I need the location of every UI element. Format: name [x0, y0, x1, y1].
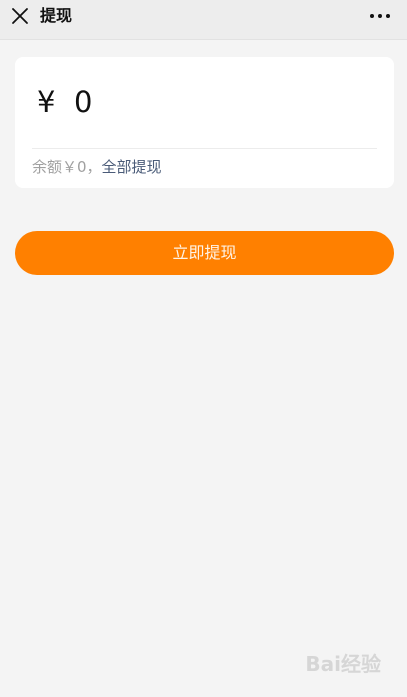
withdraw-all-link[interactable]: 全部提现: [102, 158, 162, 176]
more-button[interactable]: [367, 4, 393, 28]
close-button[interactable]: [8, 4, 32, 28]
amount-row: ¥: [15, 57, 394, 148]
close-icon: [12, 8, 28, 24]
top-bar: 提现: [0, 0, 407, 40]
watermark: Bai经验: [305, 652, 381, 676]
divider: [32, 148, 377, 149]
withdraw-now-button[interactable]: 立即提现: [15, 231, 394, 275]
more-icon: [370, 14, 390, 18]
page-title: 提现: [40, 6, 73, 25]
amount-input[interactable]: [74, 84, 364, 120]
withdraw-card: ¥ 余额￥0，全部提现: [15, 57, 394, 188]
balance-row: 余额￥0，全部提现: [32, 157, 162, 177]
currency-symbol: ¥: [37, 85, 56, 119]
balance-text: 余额￥0，: [32, 158, 102, 176]
